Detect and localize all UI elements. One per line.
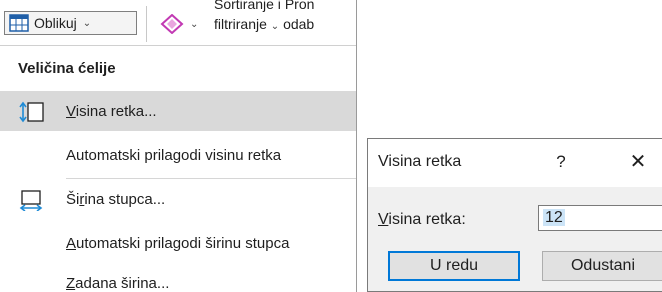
close-button[interactable]: ✕ — [618, 149, 658, 175]
ok-button[interactable]: U redu — [388, 251, 520, 281]
menu-item-label: Širina stupca... — [66, 190, 166, 208]
dialog-title: Visina retka — [378, 153, 462, 170]
row-height-dialog: Visina retka ? ✕ Visina retka: 12 U redu… — [367, 138, 662, 292]
find-select-label-line2: odab — [283, 16, 315, 32]
menu-item-row-height[interactable]: Visina retka... — [0, 91, 356, 131]
format-button[interactable]: Oblikuj ⌄ — [4, 11, 137, 35]
row-height-icon — [19, 101, 44, 123]
ribbon-divider — [146, 6, 147, 42]
menu-item-label: Automatski prilagodi visinu retka — [66, 146, 282, 164]
ribbon-strip: Oblikuj ⌄ ⌄ Sortiranje i Pron filtriranj… — [0, 0, 356, 46]
sort-filter-label-line1: Sortiranje i — [214, 0, 281, 12]
format-cells-icon — [9, 14, 29, 32]
chevron-down-icon: ⌄ — [82, 17, 92, 29]
row-height-value: 12 — [543, 209, 565, 226]
format-dropdown-menu: Oblikuj ⌄ ⌄ Sortiranje i Pron filtriranj… — [0, 0, 357, 292]
format-button-label: Oblikuj — [34, 15, 77, 31]
find-select-label-line1: Pron — [284, 0, 315, 12]
menu-item-default-width[interactable]: Zadana širina... — [0, 263, 356, 292]
menu-item-label: Zadana širina... — [66, 274, 170, 292]
dialog-title-bar[interactable]: Visina retka ? ✕ — [368, 139, 662, 187]
row-height-field-label: Visina retka: — [378, 211, 466, 228]
clear-button[interactable]: ⌄ — [160, 13, 206, 35]
chevron-down-icon: ⌄ — [270, 21, 280, 32]
menu-item-autofit-column-width[interactable]: Automatski prilagodi širinu stupca — [0, 223, 356, 263]
chevron-down-icon: ⌄ — [190, 18, 199, 30]
menu-item-label: Automatski prilagodi širinu stupca — [66, 234, 290, 252]
eraser-icon — [160, 14, 184, 34]
column-width-icon — [19, 190, 43, 211]
sort-and-find-group[interactable]: Sortiranje i Pron filtriranje ⌄ odab — [214, 0, 314, 37]
sort-filter-label-line2: filtriranje — [214, 16, 267, 32]
help-button[interactable]: ? — [546, 149, 576, 175]
cancel-button[interactable]: Odustani — [542, 251, 662, 281]
cell-size-section-header: Veličina ćelije — [18, 60, 116, 77]
menu-item-label: Visina retka... — [66, 102, 157, 120]
menu-item-column-width[interactable]: Širina stupca... — [0, 179, 356, 219]
menu-item-autofit-row-height[interactable]: Automatski prilagodi visinu retka — [0, 135, 356, 175]
row-height-input[interactable]: 12 — [538, 205, 662, 231]
